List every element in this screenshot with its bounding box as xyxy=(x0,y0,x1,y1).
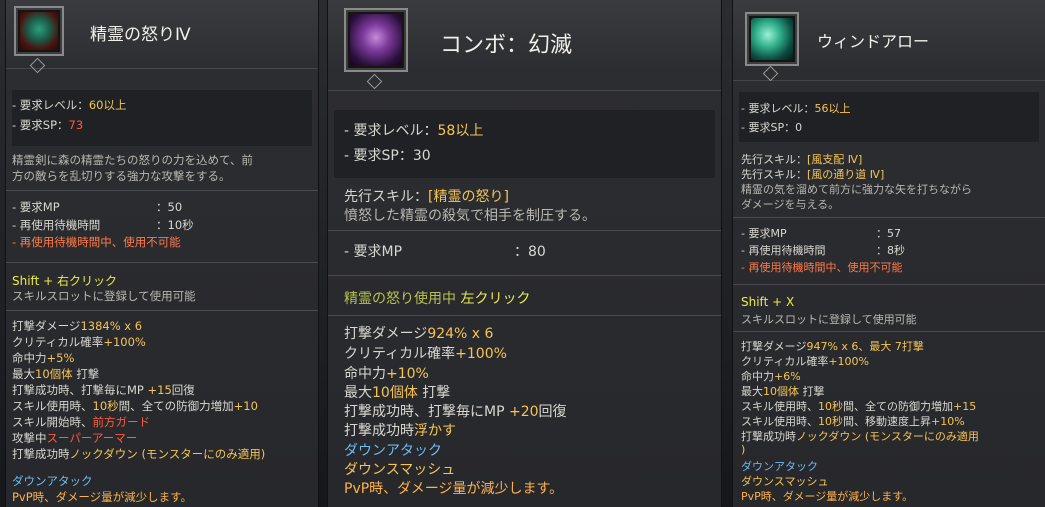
required-level: - 要求レベル：60以上 xyxy=(12,97,126,113)
required-level-value: 56以上 xyxy=(814,102,851,115)
required-mp-value: ：57 xyxy=(876,227,901,240)
prerequisite-skill: 先行スキル：[精霊の怒り] xyxy=(344,189,509,205)
key-binding: Shift + 右クリック xyxy=(12,274,117,288)
skill-title: 精霊の怒りⅣ xyxy=(90,25,191,45)
green-spirit-skill-icon xyxy=(20,12,58,50)
cooldown-value: ：8秒 xyxy=(876,244,905,257)
divider xyxy=(328,230,721,231)
skill-description-line-1: 憤怒した精霊の殺気で相手を制圧する。 xyxy=(344,208,596,224)
required-mp-label: - 要求MP xyxy=(741,227,787,240)
effect-line: 命中力+6% xyxy=(741,370,801,383)
effect-line: 打撃成功時、打撃毎にMP +20回復 xyxy=(344,404,567,420)
effect-line: スキル使用時、10秒間、全ての防御力増加+15 xyxy=(741,400,977,413)
effect-line: 命中力+10% xyxy=(344,366,429,382)
effect-line: 最大10個体 打撃 xyxy=(344,385,451,401)
required-mp-value: ：80 xyxy=(514,244,546,260)
rank-diamond-icon xyxy=(29,57,46,74)
effect-line: 打撃成功時浮かす xyxy=(344,423,456,439)
skill-icon-frame xyxy=(344,8,408,72)
cooldown-warning: - 再使用待機時間中、使用不可能 xyxy=(12,235,181,249)
divider xyxy=(733,217,1045,218)
prerequisite-skill-2: 先行スキル：[風の通り道 Ⅳ] xyxy=(741,168,885,181)
prerequisite-skill-1: 先行スキル：[風支配 Ⅳ] xyxy=(741,153,863,166)
required-sp-value: 0 xyxy=(795,121,803,134)
effect-line: クリティカル確率+100% xyxy=(344,346,507,362)
skill-title: ウィンドアロー xyxy=(817,32,930,51)
effect-line: スキル使用時、10秒間、全ての防御力増加+10 xyxy=(12,399,258,413)
pvp-note: PvP時、ダメージ量が減少します。 xyxy=(344,481,564,497)
required-sp-value: 30 xyxy=(412,148,431,164)
down-smash-label: ダウンスマッシュ xyxy=(741,475,829,488)
cooldown-label: - 再使用待機時間 xyxy=(741,244,826,257)
effect-line: 打撃ダメージ924% x 6 xyxy=(344,326,494,342)
effect-line: 打撃成功時ノックダウン (モンスターにのみ適用) xyxy=(12,447,266,461)
effect-line: スキル使用時、10秒間、移動速度上昇+10% xyxy=(741,415,965,428)
required-sp: - 要求SP：0 xyxy=(741,121,803,134)
effect-line: 打撃成功時、打撃毎にMP +15回復 xyxy=(12,383,195,397)
effect-line: 攻撃中スーパーアーマー xyxy=(12,431,138,445)
divider xyxy=(733,331,1045,332)
required-mp-label: - 要求MP xyxy=(344,244,403,260)
skill-tooltip-wind-arrow: ウィンドアロー - 要求レベル：56以上 - 要求SP：0 先行スキル：[風支配… xyxy=(733,0,1045,507)
divider xyxy=(6,190,318,191)
divider xyxy=(733,284,1045,285)
down-attack-label: ダウンアタック xyxy=(12,474,93,488)
skill-description-line-2: ダメージを与える。 xyxy=(741,198,840,211)
down-smash-label: ダウンスマッシュ xyxy=(344,462,456,478)
required-level-value: 60以上 xyxy=(88,98,127,112)
required-sp: - 要求SP：30 xyxy=(344,148,431,164)
pvp-note: PvP時、ダメージ量が減少します。 xyxy=(741,490,914,503)
rank-diamond-icon xyxy=(762,65,779,82)
divider xyxy=(328,315,721,316)
down-attack-label: ダウンアタック xyxy=(741,460,818,473)
cooldown-label: - 再使用待機時間 xyxy=(12,218,101,232)
effect-line: スキル開始時、前方ガード xyxy=(12,415,150,429)
required-level-label: - 要求レベル： xyxy=(12,98,89,112)
required-sp-label: - 要求SP： xyxy=(12,118,69,132)
skill-icon-frame xyxy=(745,12,799,66)
effect-line: 打撃ダメージ947% x 6、最大 7打撃 xyxy=(741,340,924,353)
skill-tooltip-spirit-rage: 精霊の怒りⅣ - 要求レベル：60以上 - 要求SP：73 精霊剣に森の精霊たち… xyxy=(6,0,318,507)
skill-description-line-1: 精霊の気を溜めて前方に強力な矢を打ちながら xyxy=(741,183,972,196)
effect-line: 最大10個体 打撃 xyxy=(741,385,825,398)
skill-description-line-2: 方の敵らを乱切りする強力な攻撃をする。 xyxy=(12,169,231,183)
teal-wind-skill-icon xyxy=(751,18,793,60)
skill-title: コンボ：幻滅 xyxy=(440,33,573,58)
effect-line: 命中力+5% xyxy=(12,351,75,365)
required-level: - 要求レベル：56以上 xyxy=(741,102,851,115)
divider xyxy=(328,275,721,276)
required-sp-value: 73 xyxy=(68,118,84,132)
key-binding-note: スキルスロットに登録して使用可能 xyxy=(12,289,196,303)
required-sp: - 要求SP：73 xyxy=(12,117,83,133)
background-gap-middle xyxy=(318,0,328,507)
tooltip-header: 精霊の怒りⅣ xyxy=(6,0,318,74)
effect-line-close: ) xyxy=(741,443,746,456)
effect-line: クリティカル確率+100% xyxy=(741,355,870,368)
required-level: - 要求レベル：58以上 xyxy=(344,123,484,139)
background-gap-right xyxy=(721,0,733,507)
effect-line: クリティカル確率+100% xyxy=(12,335,146,349)
skill-description-line-1: 精霊剣に森の精霊たちの怒りの力を込めて、前 xyxy=(12,153,253,167)
cooldown-warning: - 再使用待機時間中、使用不可能 xyxy=(741,261,903,274)
tooltip-header: コンボ：幻滅 xyxy=(328,0,721,91)
key-binding-note: スキルスロットに登録して使用可能 xyxy=(741,313,917,326)
required-level-value: 58以上 xyxy=(437,123,484,139)
divider xyxy=(6,262,318,263)
tooltip-header: ウィンドアロー xyxy=(733,0,1045,82)
down-attack-label: ダウンアタック xyxy=(344,443,442,459)
effect-line: 打撃成功時ノックダウン (モンスターにのみ適用 xyxy=(741,430,979,443)
effect-line: 最大10個体 打撃 xyxy=(12,367,100,381)
key-binding: 精霊の怒り使用中 左クリック xyxy=(344,291,531,307)
skill-tooltip-combo-disillusion: コンボ：幻滅 - 要求レベル：58以上 - 要求SP：30 先行スキル：[精霊の… xyxy=(328,0,721,507)
rank-diamond-icon xyxy=(366,73,383,90)
purple-mask-skill-icon xyxy=(350,14,402,66)
required-mp-value: ：50 xyxy=(156,200,183,214)
divider xyxy=(6,310,318,311)
pvp-note: PvP時、ダメージ量が減少します。 xyxy=(12,490,192,504)
skill-icon-frame xyxy=(14,6,64,56)
cooldown-value: ：10秒 xyxy=(156,218,194,232)
required-mp-label: - 要求MP xyxy=(12,200,60,214)
key-binding: Shift + X xyxy=(741,295,795,309)
effect-line: 打撃ダメージ1384% x 6 xyxy=(12,319,143,333)
